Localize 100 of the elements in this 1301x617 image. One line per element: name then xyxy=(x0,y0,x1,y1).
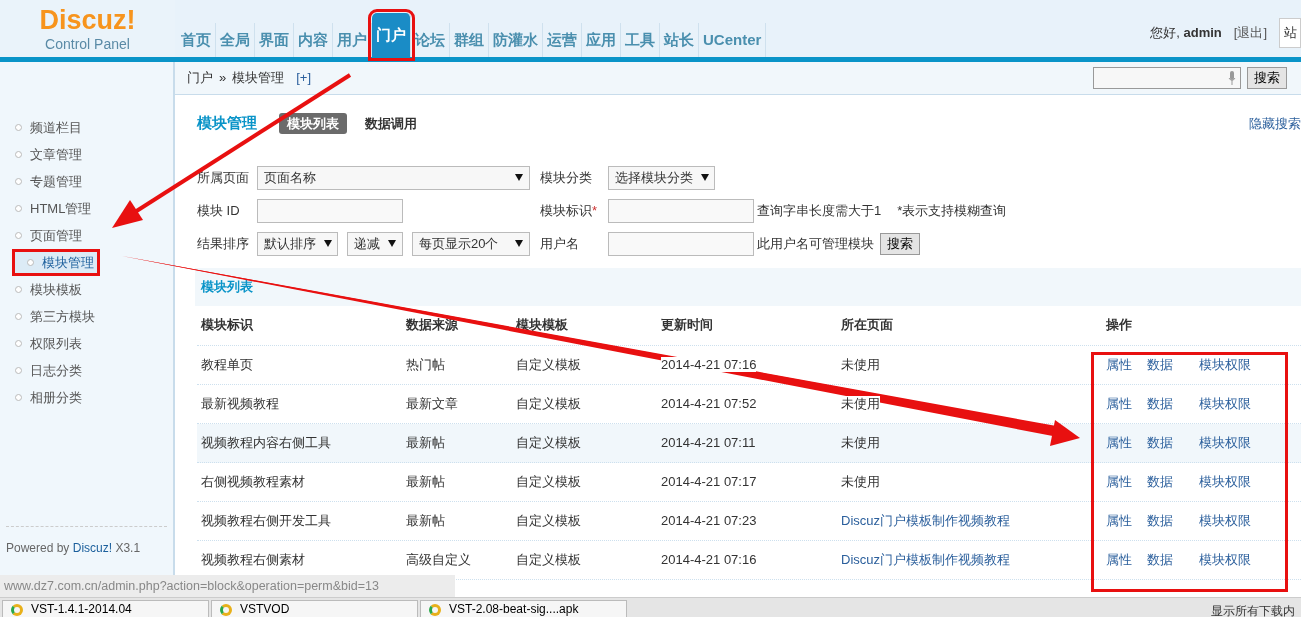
action-link[interactable]: 属性 xyxy=(1106,510,1132,531)
download-item[interactable]: VST-1.4.1-2014.04 xyxy=(2,600,209,617)
status-url: www.dz7.com.cn/admin.php?action=block&operation=perm&bid=13 xyxy=(0,575,455,597)
table-cell: 自定义模板 xyxy=(516,356,581,372)
table-cell: 未使用 xyxy=(841,473,880,489)
action-link[interactable]: 模块权限 xyxy=(1199,549,1251,570)
tab[interactable]: 数据调用 xyxy=(357,112,425,134)
page-link[interactable]: Discuz门户模板制作视频教程 xyxy=(841,551,1010,567)
column-header: 所在页面 xyxy=(840,316,894,335)
table-cell: 未使用 xyxy=(841,434,880,450)
bullet-icon xyxy=(15,178,22,185)
action-link[interactable]: 数据 xyxy=(1147,393,1173,414)
caret-icon xyxy=(701,174,709,181)
chrome-file-icon xyxy=(220,604,232,616)
table-cell: 教程单页 xyxy=(201,356,253,372)
bullet-icon xyxy=(15,205,22,212)
input-field[interactable] xyxy=(257,198,403,223)
table-cell: 视频教程右侧素材 xyxy=(201,551,305,567)
action-link[interactable]: 数据 xyxy=(1147,471,1173,492)
action-link[interactable]: 属性 xyxy=(1106,354,1132,375)
table-cell: 最新帖 xyxy=(406,512,445,528)
field-label: 用户名 xyxy=(540,234,580,253)
table-cell: 视频教程内容右侧工具 xyxy=(201,434,331,450)
bullet-icon xyxy=(15,367,22,374)
action-link[interactable]: 数据 xyxy=(1147,354,1173,375)
action-link[interactable]: 属性 xyxy=(1106,393,1132,414)
action-link[interactable]: 模块权限 xyxy=(1199,393,1251,414)
dropdown[interactable]: 每页显示20个 xyxy=(412,231,530,256)
field-label: 结果排序 xyxy=(197,234,250,253)
bullet-icon xyxy=(15,124,22,131)
sidebar-item[interactable]: 第三方模块 xyxy=(0,303,173,330)
table-cell: 最新文章 xyxy=(406,395,458,411)
table-cell: 右侧视频教程素材 xyxy=(201,473,305,489)
dropdown[interactable]: 页面名称 xyxy=(257,165,530,190)
sidebar-item[interactable]: 文章管理 xyxy=(0,141,173,168)
dropdown[interactable]: 递减 xyxy=(347,231,403,256)
download-item[interactable]: VST-2.08-beat-sig....apk xyxy=(420,600,627,617)
breadcrumb-item[interactable]: 门户 xyxy=(187,68,213,88)
action-link[interactable]: 模块权限 xyxy=(1199,510,1251,531)
action-link[interactable]: 数据 xyxy=(1147,510,1173,531)
discuz-link[interactable]: Discuz! xyxy=(72,541,113,555)
action-link[interactable]: 模块权限 xyxy=(1199,354,1251,375)
download-item[interactable]: VSTVOD xyxy=(211,600,418,617)
action-link[interactable]: 模块权限 xyxy=(1199,432,1251,453)
table-cell: 高级自定义 xyxy=(406,551,471,567)
table-cell: 自定义模板 xyxy=(516,473,581,489)
page-title: 模块管理 xyxy=(197,113,257,133)
table-cell: 视频教程右侧开发工具 xyxy=(201,512,331,528)
add-link[interactable]: [+] xyxy=(296,68,312,88)
table-cell: 未使用 xyxy=(841,356,880,372)
page-link[interactable]: Discuz门户模板制作视频教程 xyxy=(841,512,1010,528)
search-button[interactable]: 搜索 xyxy=(1247,67,1287,89)
version-text: X3.1 xyxy=(114,541,141,555)
table-title: 模块列表 xyxy=(201,277,253,296)
required-mark: * xyxy=(592,202,598,218)
action-link[interactable]: 数据 xyxy=(1147,549,1173,570)
action-link[interactable]: 属性 xyxy=(1106,471,1132,492)
action-link[interactable]: 数据 xyxy=(1147,432,1173,453)
bullet-icon xyxy=(27,259,34,266)
bullet-icon xyxy=(15,394,22,401)
sidebar-item[interactable]: 相册分类 xyxy=(0,384,173,411)
field-label: 所属页面 xyxy=(197,168,250,187)
sidebar-item[interactable]: 权限列表 xyxy=(0,330,173,357)
table-cell: 自定义模板 xyxy=(516,512,581,528)
action-link[interactable]: 属性 xyxy=(1106,549,1132,570)
column-header: 操作 xyxy=(1105,316,1133,335)
table-cell: 自定义模板 xyxy=(516,395,581,411)
field-label: 模块分类 xyxy=(540,168,593,187)
powered-by-text: Powered by xyxy=(6,541,71,555)
tab[interactable]: 模块列表 xyxy=(279,112,347,134)
column-header: 模块标识 xyxy=(199,316,254,335)
breadcrumb-separator: » xyxy=(219,69,227,88)
bullet-icon xyxy=(15,340,22,347)
bullet-icon xyxy=(15,286,22,293)
sidebar-item[interactable]: 日志分类 xyxy=(0,357,173,384)
table-cell: 最新视频教程 xyxy=(201,395,279,411)
dropdown[interactable]: 选择模块分类 xyxy=(608,165,715,190)
hide-search-link[interactable]: 隐藏搜索 xyxy=(1249,113,1301,133)
table-cell: 最新帖 xyxy=(406,434,445,450)
dropdown[interactable]: 默认排序 xyxy=(257,231,338,256)
input-field[interactable] xyxy=(608,231,754,256)
microphone-icon xyxy=(1228,71,1236,85)
action-link[interactable]: 属性 xyxy=(1106,432,1132,453)
sidebar-item[interactable]: 模块管理 xyxy=(12,249,100,276)
site-select[interactable]: 站 xyxy=(1279,18,1301,48)
table-cell: 自定义模板 xyxy=(516,434,581,450)
search-field[interactable] xyxy=(1093,67,1241,89)
show-all-downloads-link[interactable]: 显示所有下载内 xyxy=(1211,602,1295,617)
sidebar-item[interactable]: 专题管理 xyxy=(0,168,173,195)
table-cell: 2014-4-21 07:16 xyxy=(661,356,757,372)
action-link[interactable]: 模块权限 xyxy=(1199,471,1251,492)
field-label: 模块标识* xyxy=(540,201,599,220)
input-field[interactable] xyxy=(608,198,754,223)
field-label: 模块 ID xyxy=(197,201,241,220)
caret-icon xyxy=(324,240,332,247)
search-button[interactable]: 搜索 xyxy=(880,232,920,255)
sidebar-item[interactable]: 频道栏目 xyxy=(0,114,173,141)
sidebar-item[interactable]: 模块模板 xyxy=(0,276,173,303)
chrome-file-icon xyxy=(11,604,23,616)
logout-link[interactable]: [退出] xyxy=(1233,23,1267,43)
